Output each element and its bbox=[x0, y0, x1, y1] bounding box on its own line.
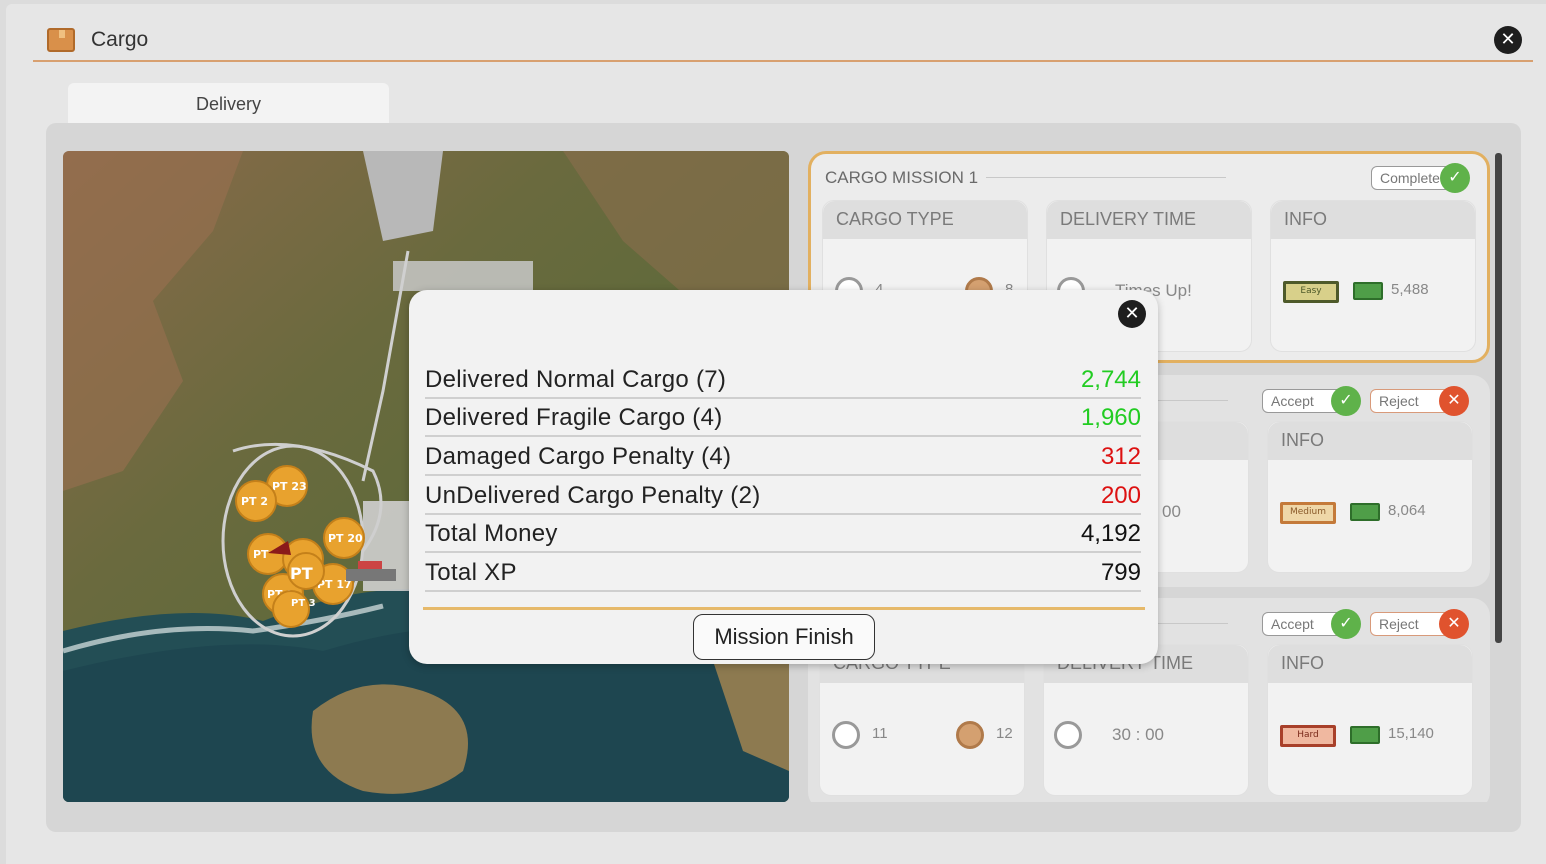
fragile-cargo-icon bbox=[956, 721, 984, 749]
reject-button[interactable]: Reject ✕ bbox=[1370, 386, 1469, 416]
result-value: 200 bbox=[1100, 482, 1141, 509]
marker-pt20: PT 20 bbox=[328, 532, 363, 545]
marker-pt3: PT 3 bbox=[291, 598, 316, 609]
result-row: Damaged Cargo Penalty (4) 312 bbox=[425, 439, 1141, 476]
accept-button[interactable]: Accept ✓ bbox=[1262, 386, 1361, 416]
reject-button[interactable]: Reject ✕ bbox=[1370, 609, 1469, 639]
result-label: Damaged Cargo Penalty (4) bbox=[425, 443, 732, 470]
result-value: 4,192 bbox=[1080, 520, 1141, 547]
check-icon: ✓ bbox=[1331, 386, 1361, 416]
difficulty-badge: Easy bbox=[1283, 281, 1339, 303]
total-xp-row: Total XP 799 bbox=[425, 555, 1141, 592]
marker-pt-c: PT bbox=[290, 564, 313, 583]
close-x-icon: ✕ bbox=[1439, 609, 1469, 639]
result-label: Total XP bbox=[425, 559, 517, 586]
window-close-icon[interactable]: ✕ bbox=[1494, 26, 1522, 54]
title-bar: Cargo ✕ bbox=[33, 22, 1533, 62]
marker-pt2: PT 2 bbox=[241, 495, 268, 508]
accept-button[interactable]: Accept ✓ bbox=[1262, 609, 1361, 639]
mission-finish-button[interactable]: Mission Finish bbox=[693, 614, 875, 660]
dialog-close-icon[interactable]: ✕ bbox=[1118, 300, 1146, 328]
result-row: UnDelivered Cargo Penalty (2) 200 bbox=[425, 478, 1141, 515]
cargo-box-icon bbox=[47, 28, 75, 52]
result-value: 799 bbox=[1100, 559, 1141, 586]
money-icon bbox=[1350, 726, 1380, 744]
result-label: UnDelivered Cargo Penalty (2) bbox=[425, 482, 761, 509]
result-value: 1,960 bbox=[1080, 404, 1141, 431]
divider bbox=[986, 177, 1226, 178]
result-value: 312 bbox=[1100, 443, 1141, 470]
close-x-icon: ✕ bbox=[1439, 386, 1469, 416]
check-icon: ✓ bbox=[1440, 163, 1470, 193]
window-title: Cargo bbox=[91, 28, 149, 51]
result-row: Delivered Fragile Cargo (4) 1,960 bbox=[425, 400, 1141, 437]
mission-result-dialog: ✕ Delivered Normal Cargo (7) 2,744 Deliv… bbox=[409, 290, 1158, 664]
result-label: Delivered Fragile Cargo (4) bbox=[425, 404, 723, 431]
delivery-time-card: DELIVERY TIME 30 : 00 bbox=[1043, 644, 1249, 796]
tab-delivery[interactable]: Delivery bbox=[68, 83, 389, 124]
result-row: Delivered Normal Cargo (7) 2,744 bbox=[425, 362, 1141, 399]
info-card: INFO Hard 15,140 bbox=[1267, 644, 1473, 796]
ship-icon bbox=[346, 569, 396, 581]
clock-icon bbox=[1054, 721, 1082, 749]
divider bbox=[423, 607, 1145, 610]
check-icon: ✓ bbox=[1331, 609, 1361, 639]
mission-title: CARGO MISSION 1 bbox=[825, 168, 979, 187]
result-label: Total Money bbox=[425, 520, 558, 547]
complete-badge: Complete ✓ bbox=[1371, 163, 1470, 193]
money-icon bbox=[1350, 503, 1380, 521]
info-card: INFO Easy 5,488 bbox=[1270, 200, 1476, 352]
total-money-row: Total Money 4,192 bbox=[425, 516, 1141, 553]
mission-scrollbar[interactable] bbox=[1495, 153, 1502, 643]
normal-cargo-icon bbox=[832, 721, 860, 749]
marker-pt23: PT 23 bbox=[272, 480, 307, 493]
cargo-type-card: CARGO TYPE 11 12 bbox=[819, 644, 1025, 796]
money-icon bbox=[1353, 282, 1383, 300]
marker-pt-a: PT bbox=[253, 548, 269, 561]
difficulty-badge: Medium bbox=[1280, 502, 1336, 524]
result-value: 2,744 bbox=[1080, 366, 1141, 393]
difficulty-badge: Hard bbox=[1280, 725, 1336, 747]
result-label: Delivered Normal Cargo (7) bbox=[425, 366, 727, 393]
info-card: INFO Medium 8,064 bbox=[1267, 421, 1473, 573]
